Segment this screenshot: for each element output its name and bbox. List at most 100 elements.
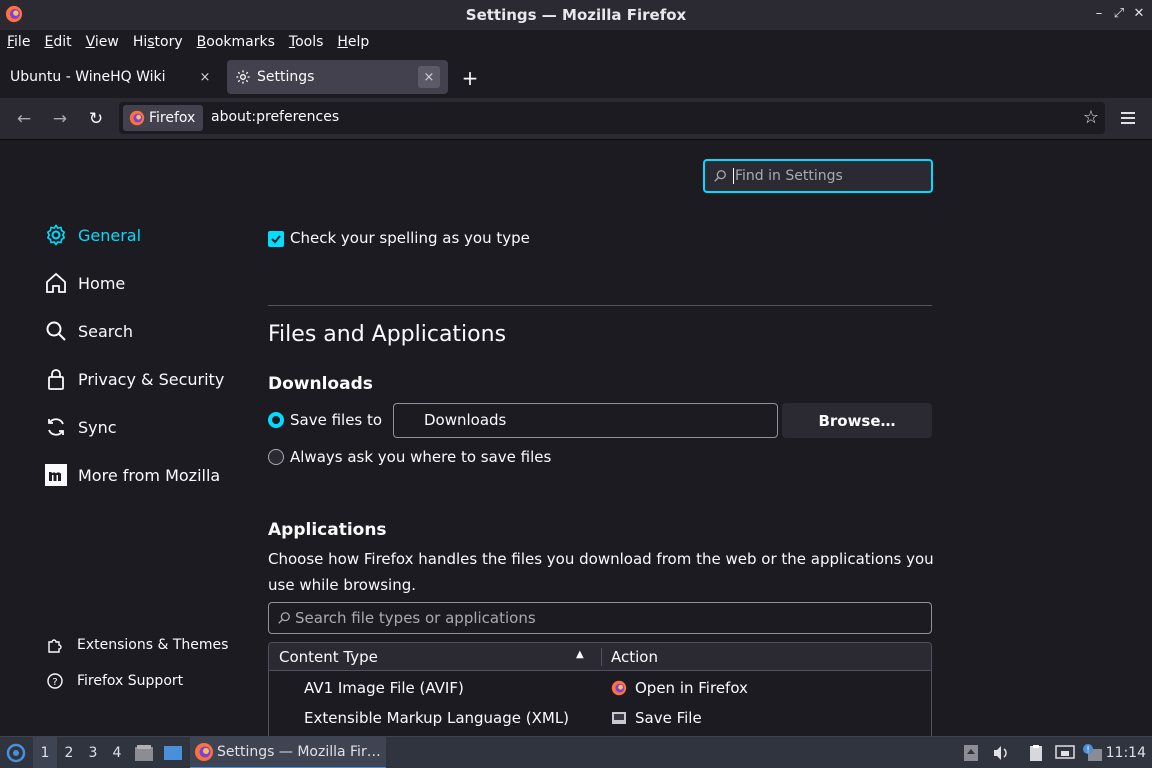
search-icon — [44, 319, 68, 343]
bookmark-star-icon[interactable]: ☆ — [1083, 107, 1099, 128]
home-icon — [44, 271, 68, 295]
identity-label: Firefox — [149, 110, 196, 126]
reload-icon[interactable]: ↻ — [85, 108, 107, 130]
content-type-cell: AV1 Image File (AVIF) — [304, 679, 464, 697]
puzzle-icon — [46, 636, 64, 654]
applications-description: Choose how Firefox handles the files you… — [268, 550, 934, 594]
tab-label: Settings — [257, 69, 315, 85]
download-folder-field[interactable]: Downloads — [393, 403, 778, 438]
hamburger-menu-icon[interactable] — [1118, 108, 1138, 128]
tray-arrow-icon[interactable] — [963, 737, 979, 768]
firefox-icon — [129, 110, 145, 126]
sidebar-item-privacy[interactable]: Privacy & Security — [44, 367, 224, 391]
forward-arrow-icon[interactable]: → — [49, 108, 71, 130]
sidebar-item-label: Sync — [78, 417, 117, 437]
search-placeholder: Search file types or applications — [295, 609, 536, 627]
clipboard-icon[interactable] — [1027, 737, 1047, 768]
new-tab-button[interactable]: + — [460, 66, 480, 90]
section-title: Files and Applications — [268, 322, 507, 347]
search-icon — [278, 612, 290, 624]
lock-icon — [44, 367, 68, 391]
volume-icon[interactable] — [992, 737, 1010, 768]
help-icon: ? — [46, 672, 64, 690]
spellcheck-label[interactable]: Check your spelling as you type — [290, 229, 530, 247]
sidebar-item-label: Extensions & Themes — [77, 637, 229, 653]
sidebar-item-label: Search — [78, 321, 133, 341]
table-row[interactable]: Extensible Markup Language (XML) Save Fi… — [269, 703, 931, 733]
column-header-action[interactable]: Action — [611, 648, 658, 666]
downloads-heading: Downloads — [268, 374, 373, 394]
action-label: Save File — [635, 709, 702, 727]
browse-button[interactable]: Browse… — [782, 403, 932, 438]
workspace-2[interactable]: 2 — [57, 737, 81, 768]
sidebar-item-home[interactable]: Home — [44, 271, 125, 295]
search-file-types-input[interactable]: Search file types or applications — [268, 602, 932, 634]
spellcheck-checkbox[interactable] — [268, 231, 284, 247]
sidebar-item-label: Home — [78, 273, 126, 293]
url-text[interactable]: about:preferences — [211, 109, 339, 125]
settings-page: Find in Settings General Home Search Pri… — [0, 141, 1152, 737]
section-divider — [268, 305, 932, 306]
file-manager-icon[interactable] — [134, 737, 154, 768]
menu-file[interactable]: File — [7, 34, 30, 50]
applications-table: Content Type ▲ Action AV1 Image File (AV… — [268, 642, 932, 737]
window-titlebar: Settings — Mozilla Firefox – ⤢ ✕ — [0, 0, 1152, 30]
checkmark-icon — [271, 235, 281, 244]
table-header: Content Type ▲ Action — [269, 643, 931, 671]
applications-heading: Applications — [268, 520, 387, 540]
identity-box[interactable]: Firefox — [123, 105, 204, 131]
search-icon — [714, 170, 726, 182]
close-tab-icon[interactable]: × — [418, 66, 440, 88]
action-cell[interactable]: Save File — [611, 709, 702, 727]
close-tab-icon[interactable]: × — [194, 66, 216, 88]
always-ask-label[interactable]: Always ask you where to save files — [290, 448, 551, 466]
menu-edit[interactable]: Edit — [44, 34, 71, 50]
notification-icon[interactable]: ! — [1081, 737, 1103, 768]
menu-history[interactable]: History — [133, 34, 183, 50]
sidebar-item-more-from-mozilla[interactable]: More from Mozilla — [44, 463, 220, 487]
save-files-label[interactable]: Save files to — [290, 411, 382, 429]
taskbar: 1 2 3 4 Settings — Mozilla Fir… ! 11:14 — [0, 736, 1152, 768]
gear-icon — [236, 70, 250, 84]
navigation-toolbar: ← → ↻ Firefox about:preferences ☆ — [0, 98, 1152, 140]
save-files-radio[interactable] — [268, 412, 284, 428]
close-window-button[interactable]: ✕ — [1130, 6, 1148, 21]
table-row[interactable]: AV1 Image File (AVIF) Open in Firefox — [269, 673, 931, 703]
firefox-icon — [611, 680, 627, 696]
menu-tools[interactable]: Tools — [289, 34, 324, 50]
column-header-content-type[interactable]: Content Type — [279, 648, 378, 666]
workspace-1[interactable]: 1 — [33, 737, 57, 768]
firefox-icon — [5, 5, 23, 23]
gear-icon — [44, 223, 68, 247]
url-bar[interactable]: Firefox about:preferences ☆ — [119, 102, 1105, 134]
menu-help[interactable]: Help — [337, 34, 369, 50]
taskbar-firefox-task[interactable]: Settings — Mozilla Fir… — [190, 737, 386, 768]
network-icon[interactable] — [1055, 737, 1075, 768]
menu-view[interactable]: View — [86, 34, 119, 50]
clock: 11:14 — [1105, 745, 1146, 761]
workspace-4[interactable]: 4 — [105, 737, 129, 768]
menu-bookmarks[interactable]: Bookmarks — [197, 34, 275, 50]
content-type-cell: Extensible Markup Language (XML) — [304, 709, 570, 727]
sidebar-item-label: More from Mozilla — [78, 465, 221, 485]
minimize-button[interactable]: – — [1090, 6, 1108, 21]
back-arrow-icon[interactable]: ← — [13, 108, 35, 130]
action-cell[interactable]: Open in Firefox — [611, 679, 748, 697]
tab-winehq[interactable]: Ubuntu - WineHQ Wiki × — [0, 60, 224, 94]
sidebar-extensions-themes[interactable]: Extensions & Themes — [46, 636, 228, 654]
sidebar-item-sync[interactable]: Sync — [44, 415, 117, 439]
find-in-settings-input[interactable]: Find in Settings — [703, 159, 933, 193]
desktop-icon[interactable] — [163, 737, 183, 768]
start-menu-icon[interactable] — [4, 737, 28, 768]
action-label: Open in Firefox — [635, 679, 748, 697]
tab-settings[interactable]: Settings × — [227, 60, 448, 94]
maximize-button[interactable]: ⤢ — [1110, 6, 1128, 21]
menu-bar: File Edit View History Bookmarks Tools H… — [0, 30, 1152, 54]
sidebar-item-search[interactable]: Search — [44, 319, 133, 343]
sidebar-firefox-support[interactable]: ? Firefox Support — [46, 672, 183, 690]
sidebar-item-label: General — [78, 225, 142, 245]
workspace-3[interactable]: 3 — [81, 737, 105, 768]
sidebar-item-general[interactable]: General — [44, 223, 141, 247]
always-ask-radio[interactable] — [268, 449, 284, 465]
tab-bar: Ubuntu - WineHQ Wiki × Settings × + — [0, 56, 1152, 98]
